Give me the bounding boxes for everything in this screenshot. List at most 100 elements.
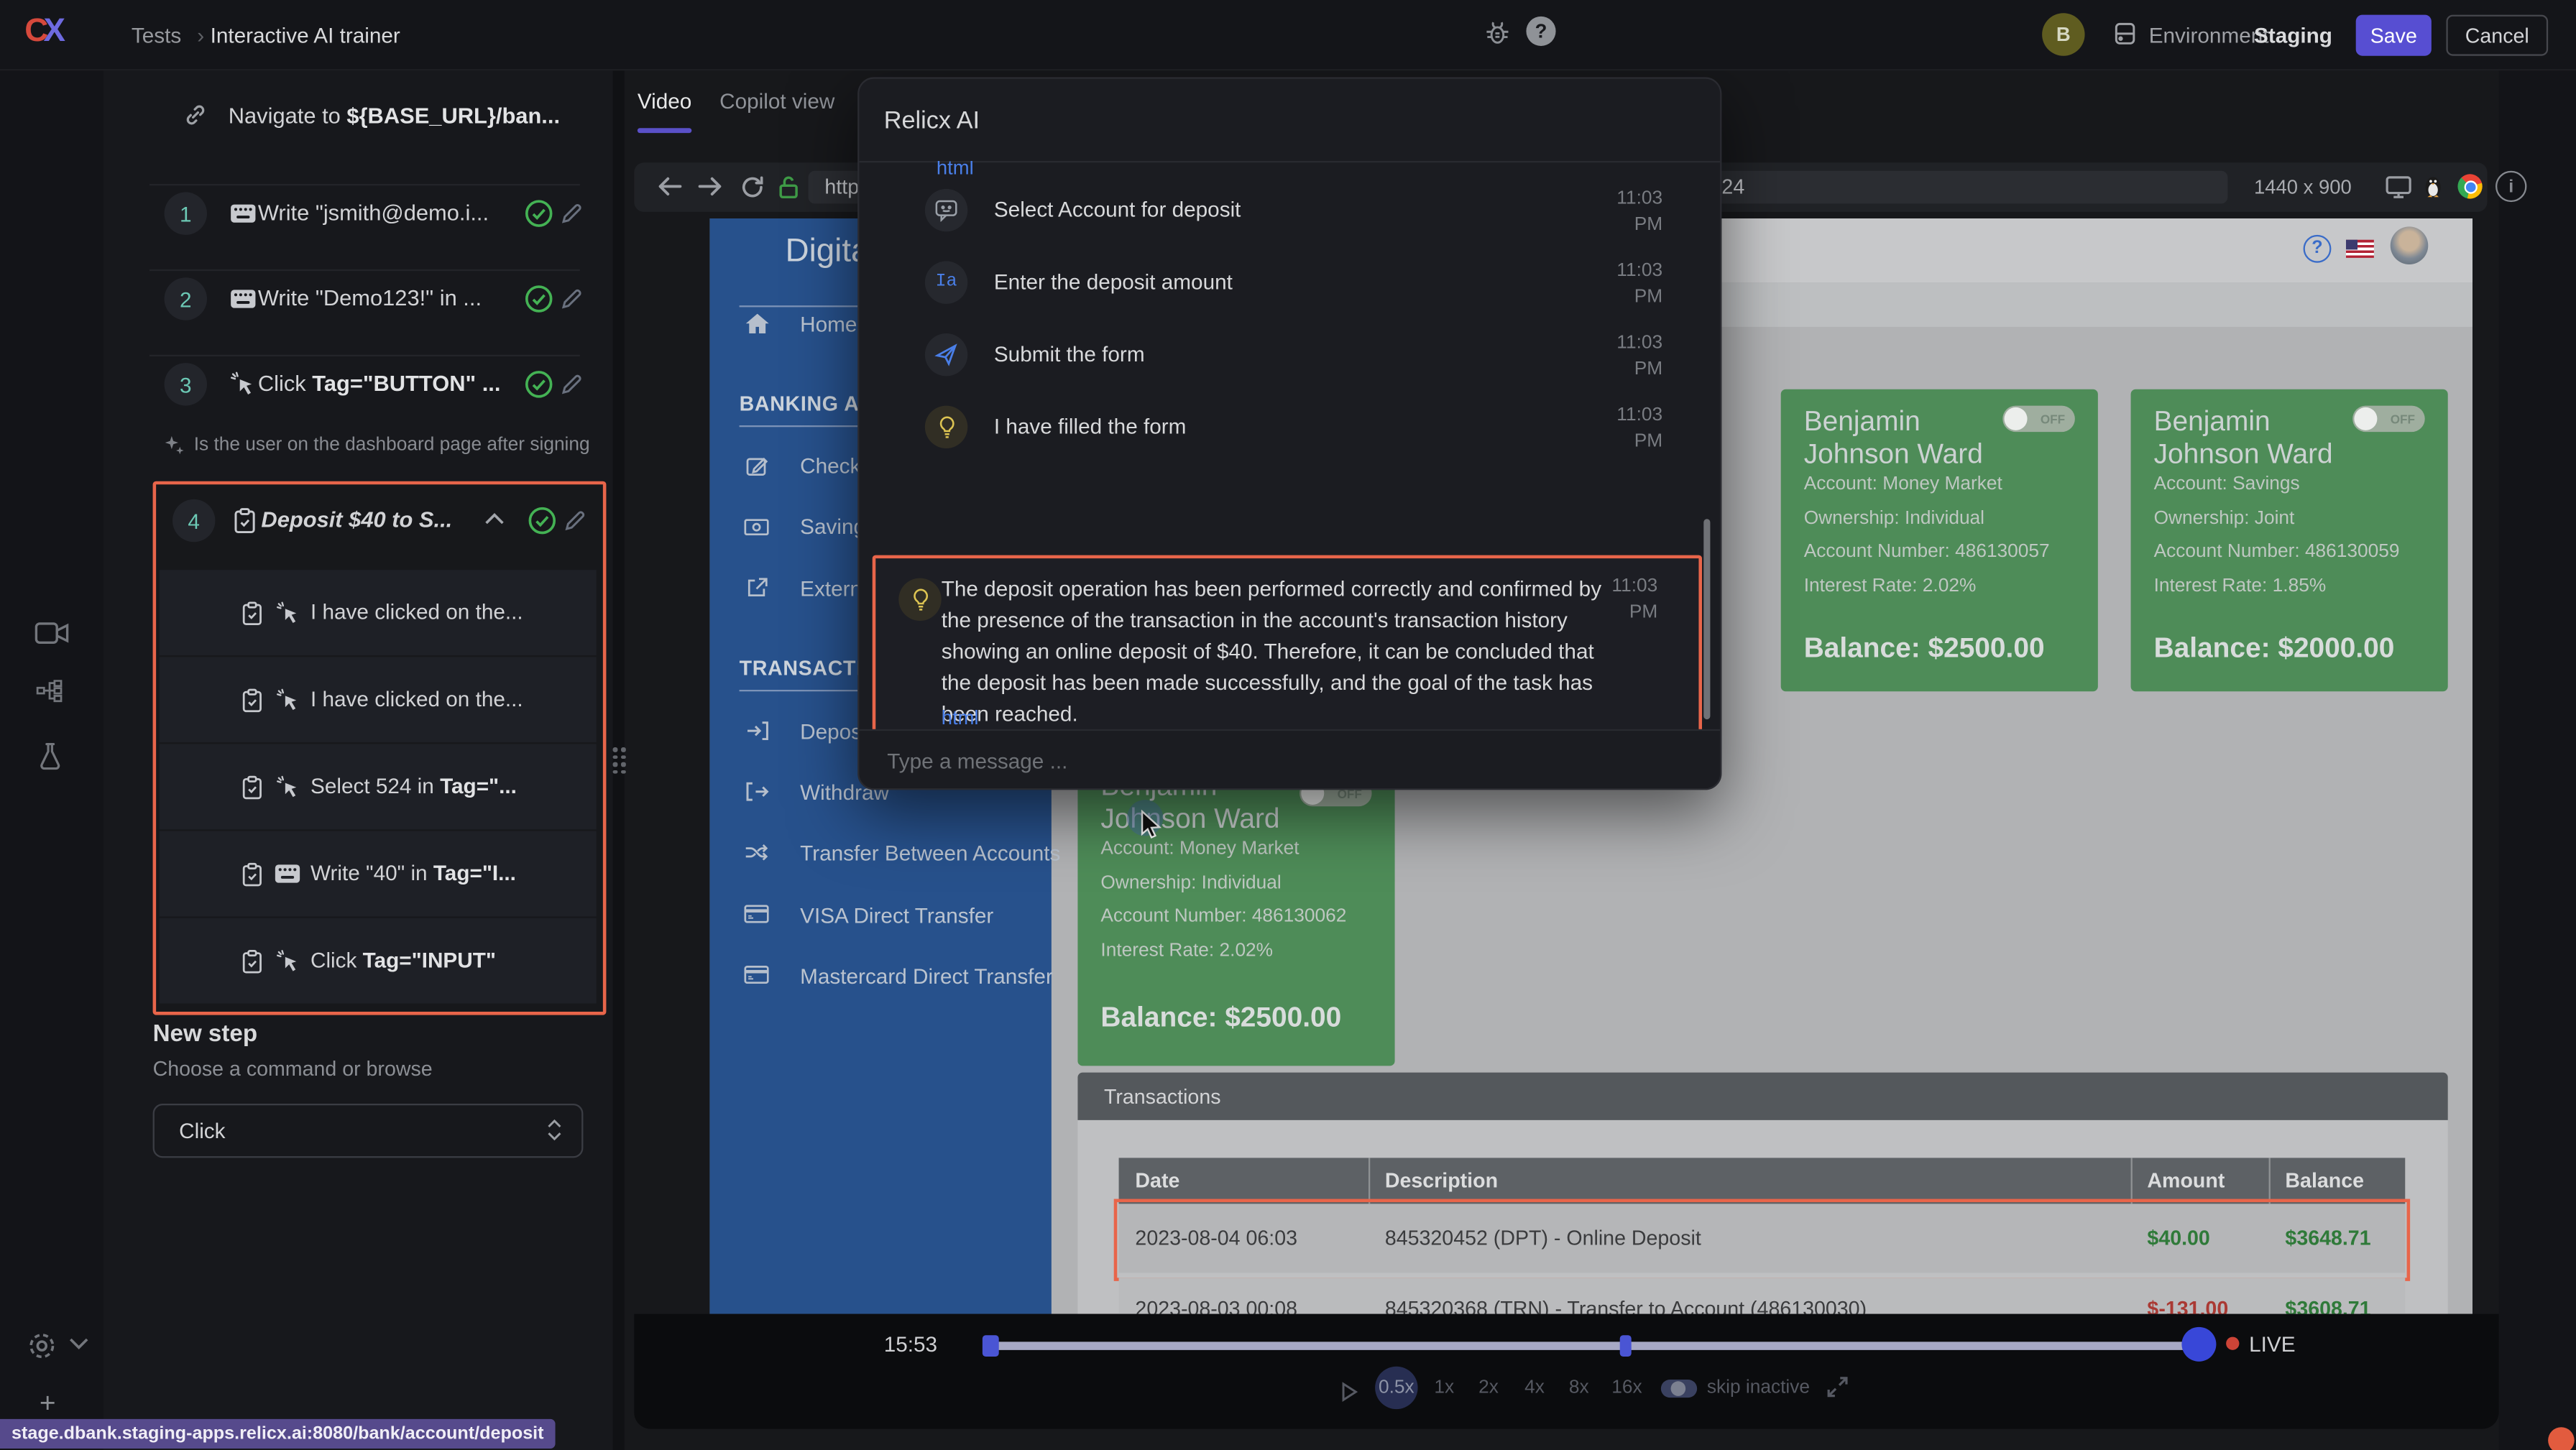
user-avatar[interactable]: B [2042,13,2084,55]
html-link[interactable]: html [942,706,979,729]
refresh-icon[interactable] [741,176,764,199]
card-toggle[interactable]: OFF [2352,406,2425,433]
substep-bold: Tag="I... [433,861,516,885]
step-row-2[interactable]: 2 Write "Demo123!" in ... [104,277,613,351]
live-dot [2226,1337,2239,1350]
bug-icon[interactable] [1484,18,1512,47]
mouse-cursor [1140,810,1162,841]
step-label-prefix: Write "jsmith@demo.i... [258,200,489,225]
bank-nav-transfer[interactable]: Transfer Between Accounts [800,841,1060,865]
speed-0-5x[interactable]: 0.5x [1375,1367,1417,1409]
link-icon [183,102,209,129]
bank-nav-home[interactable]: Home [800,312,857,336]
chat-message: Ia Enter the deposit amount 11:03PM [859,258,1720,331]
chat-message-input[interactable] [884,747,1662,775]
help-icon[interactable]: ? [1526,17,1555,46]
relicx-logo[interactable]: CX [24,13,60,51]
active-tab-indicator [638,128,691,133]
keyboard-icon [230,203,257,223]
skip-inactive-toggle[interactable] [1661,1380,1697,1398]
speed-2x[interactable]: 2x [1478,1378,1499,1398]
fullscreen-icon[interactable] [1827,1376,1849,1398]
substep-row-2[interactable]: I have clicked on the... [160,657,597,742]
timeline-marker[interactable] [1620,1335,1632,1357]
bank-nav-mastercard-transfer[interactable]: Mastercard Direct Transfer [800,964,1053,989]
table-row[interactable]: 2023-08-03 00:08 845320368 (TRN) - Trans… [1119,1278,2406,1313]
bank-help-icon[interactable]: ? [2304,235,2332,263]
player-controls-bar: 15:53 LIVE 0.5x 1x 2x 4x 8x 16x skip ina… [634,1314,2498,1429]
html-link[interactable]: html [937,161,974,179]
video-camera-icon[interactable] [34,621,69,645]
step-row-4[interactable]: 4 Deposit $40 to S... [156,498,597,567]
speed-1x[interactable]: 1x [1434,1378,1454,1398]
time: 11:03 [1597,185,1662,212]
step-label-prefix: Write "Demo123!" in ... [258,286,482,310]
environment-value[interactable]: Staging [2254,23,2332,47]
tab-video[interactable]: Video [638,88,691,113]
info-icon[interactable]: i [2496,171,2526,202]
step-navigate[interactable]: Navigate to ${BASE_URL}/ban... [183,92,560,138]
tab-copilot-view[interactable]: Copilot view [719,88,834,113]
edit-pencil-icon[interactable] [560,202,583,225]
speed-8x[interactable]: 8x [1569,1378,1589,1398]
us-flag-icon[interactable] [2346,240,2374,258]
divider [150,355,580,356]
step-label: Write "Demo123!" in ... [258,286,518,310]
edit-pencil-icon[interactable] [564,509,586,532]
steps-panel: Navigate to ${BASE_URL}/ban... 1 Write "… [104,69,613,1450]
chat-message-list[interactable]: html Select Account for deposit 11:03PM … [859,161,1720,729]
cancel-button[interactable]: Cancel [2446,15,2548,56]
chat-scrollbar[interactable] [1703,519,1710,719]
settings-gear-icon[interactable] [27,1330,58,1361]
timeline-playhead[interactable] [2181,1327,2216,1362]
assertion-note: Is the user on the dashboard page after … [165,429,608,462]
substep-row-5[interactable]: Click Tag="INPUT" [160,918,597,1004]
forward-icon[interactable] [698,176,722,198]
timeline-start-handle[interactable] [983,1335,999,1357]
bank-nav-visa-transfer[interactable]: VISA Direct Transfer [800,903,993,928]
add-icon[interactable]: + [40,1387,56,1421]
cell-amount: $-131.00 [2147,1298,2228,1314]
breadcrumb-tests[interactable]: Tests [132,23,181,47]
ampm: PM [1579,599,1658,626]
step-row-3[interactable]: 3 Click Tag="BUTTON" ... [104,363,613,437]
chevron-up-icon[interactable] [484,512,504,525]
speed-4x[interactable]: 4x [1524,1378,1545,1398]
message-text: I have filled the form [994,414,1187,438]
substep-row-1[interactable]: I have clicked on the... [160,570,597,655]
play-button[interactable] [1340,1381,1358,1403]
notification-dot[interactable] [2548,1427,2575,1450]
substep-prefix: Select 524 in [310,774,440,798]
edit-pencil-icon[interactable] [560,373,583,396]
lightbulb-icon [898,578,941,621]
command-select[interactable]: Click [153,1104,584,1158]
save-button[interactable]: Save [2356,15,2432,56]
bank-user-avatar[interactable] [2391,226,2429,264]
substep-prefix: I have clicked on the... [310,599,523,624]
substep-row-3[interactable]: Select 524 in Tag="... [160,744,597,829]
message-text: The deposit operation has been performed… [942,573,1602,729]
account-card-savings-486130059: Benjamin Johnson Ward OFF Account: Savin… [2131,389,2448,692]
clipboard-icon [242,949,263,974]
back-icon[interactable] [657,176,681,198]
drag-dots-icon [613,747,626,774]
chevron-down-icon[interactable] [69,1337,88,1350]
substep-row-4[interactable]: Write "40" in Tag="I... [160,831,597,917]
panel-resize-handle[interactable] [613,69,625,1450]
flask-icon[interactable] [38,742,63,770]
card-ownership: Ownership: Individual [1100,874,1281,893]
transactions-panel: Transactions Date Description Amount Bal… [1077,1073,2447,1314]
step-row-1[interactable]: 1 Write "jsmith@demo.i... [104,192,613,266]
chat-bubble-icon [925,189,967,231]
edit-pencil-icon[interactable] [560,287,583,310]
cursor-click-icon [276,949,300,974]
card-toggle[interactable]: OFF [2002,406,2075,433]
new-step-title: New step [153,1022,258,1048]
flow-tree-icon[interactable] [36,680,65,706]
speed-16x[interactable]: 16x [1611,1378,1642,1398]
timeline-track[interactable] [985,1342,2209,1349]
message-time: 11:03PM [1579,573,1658,626]
current-time: 15:53 [884,1332,937,1357]
clipboard-icon [242,862,263,887]
keyboard-icon [275,864,301,883]
